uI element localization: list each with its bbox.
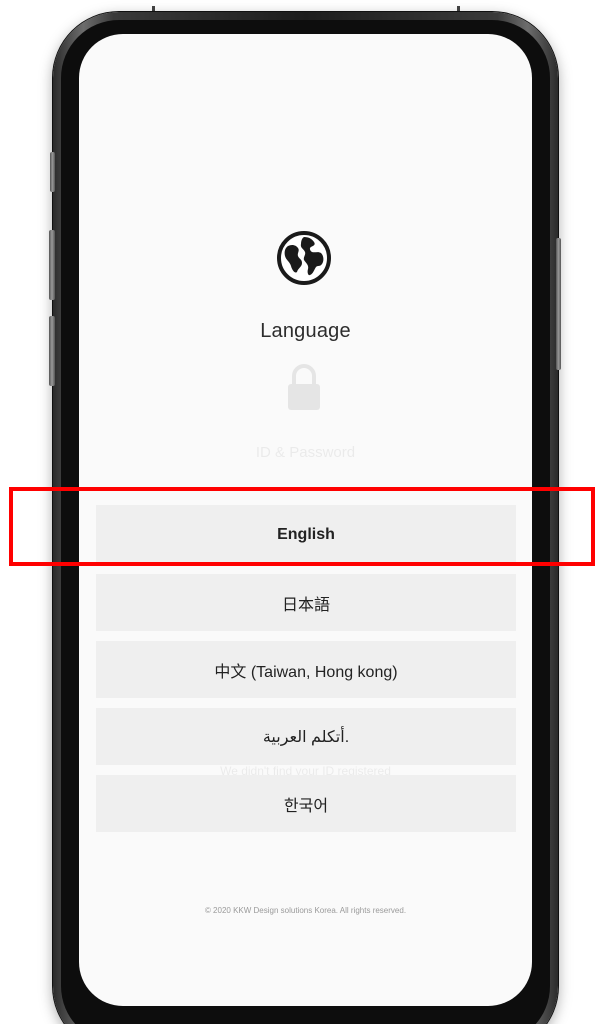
volume-down-button xyxy=(49,316,55,386)
mute-switch xyxy=(50,152,55,192)
language-option-english[interactable]: English xyxy=(96,505,516,564)
page-title: Language xyxy=(260,320,351,342)
power-button xyxy=(556,238,561,370)
stage: Language ID & Password We didn't find yo… xyxy=(0,0,595,1024)
language-option-japanese[interactable]: 日本語 xyxy=(96,574,516,631)
phone-screen: Language ID & Password We didn't find yo… xyxy=(79,34,532,1006)
globe-icon xyxy=(277,231,331,285)
lock-icon xyxy=(288,364,320,410)
language-option-korean[interactable]: 한국어 xyxy=(96,775,516,832)
language-option-arabic[interactable]: أتكلم العربية. xyxy=(96,708,516,765)
background-hint-text: ID & Password xyxy=(255,444,356,461)
volume-up-button xyxy=(49,230,55,300)
language-option-chinese[interactable]: 中文 (Taiwan, Hong kong) xyxy=(96,641,516,698)
copyright-text: © 2020 KKW Design solutions Korea. All r… xyxy=(204,906,407,915)
language-list: English 日本語 中文 (Taiwan, Hong kong) أتكلم… xyxy=(96,505,516,842)
